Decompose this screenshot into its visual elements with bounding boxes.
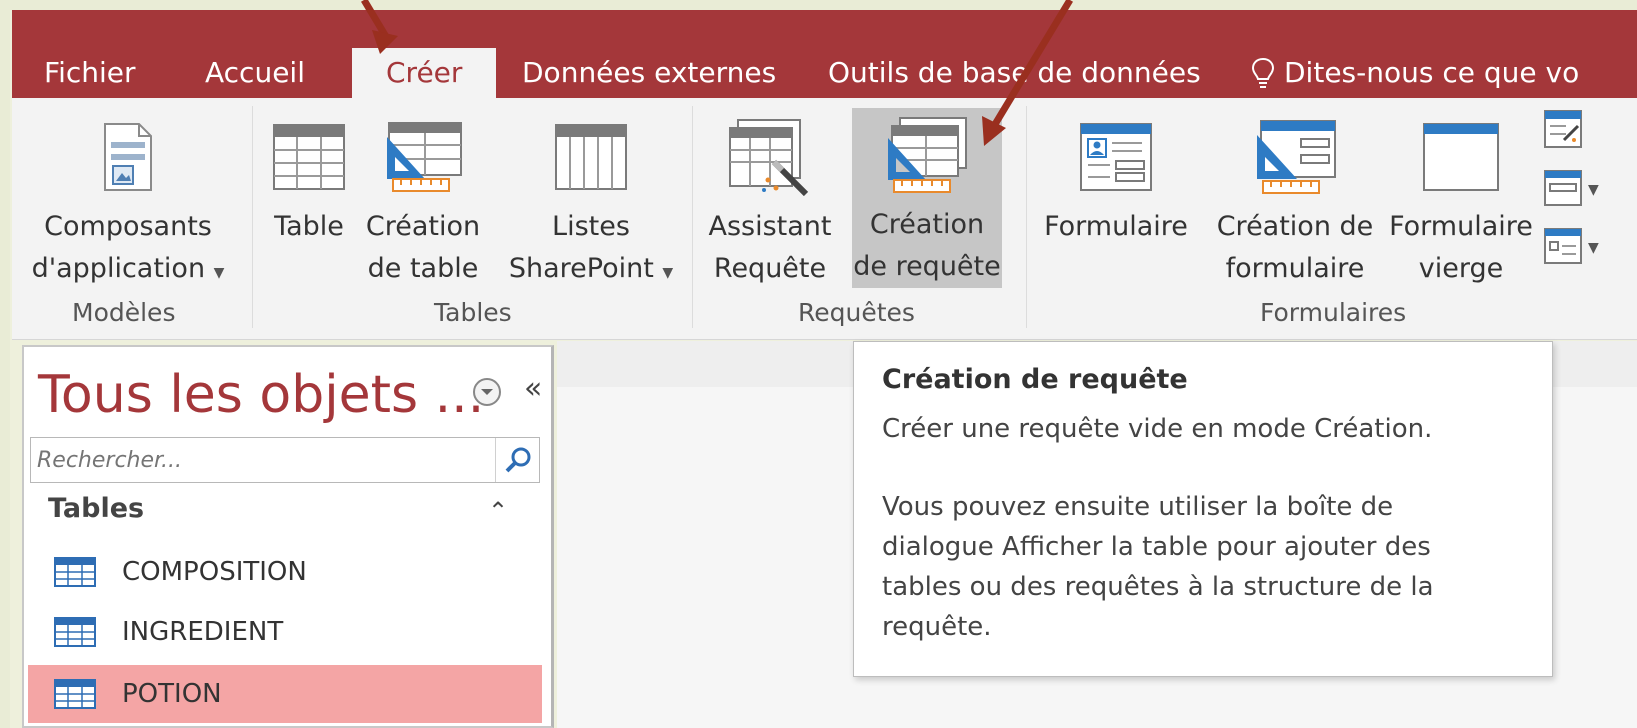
nav-item-ingredient[interactable]: INGREDIENT — [28, 603, 542, 661]
chevron-down-icon: ▼ — [213, 265, 225, 281]
assistant-requete-button[interactable]: Assistant Requête — [706, 108, 834, 290]
nav-item-label: COMPOSITION — [122, 557, 307, 587]
formulaire-vierge-label-2: vierge — [1418, 253, 1504, 284]
navigation-icon — [1544, 110, 1582, 152]
tab-fichier[interactable]: Fichier — [44, 48, 136, 98]
tooltip-title: Création de requête — [882, 364, 1188, 395]
tooltip-text: tables ou des requêtes à la structure de… — [882, 572, 1434, 602]
tooltip-text: Vous pouvez ensuite utiliser la boîte de — [882, 492, 1394, 522]
group-separator — [692, 106, 693, 328]
group-label-tables: Tables — [434, 298, 512, 327]
table-icon — [54, 679, 96, 709]
nav-item-composition[interactable]: COMPOSITION — [28, 543, 542, 601]
blank-form-icon — [1423, 108, 1499, 206]
nav-item-potion[interactable]: POTION — [28, 665, 542, 723]
creation-formulaire-label-2: formulaire — [1225, 253, 1365, 284]
group-label-modeles: Modèles — [72, 298, 176, 327]
creation-de-formulaire-button[interactable]: Création de formulaire — [1208, 108, 1382, 290]
chevron-down-icon: ▼ — [662, 265, 674, 281]
tell-me-text: Dites-nous ce que vo — [1284, 56, 1580, 89]
formulaire-vierge-label-1: Formulaire — [1389, 211, 1533, 242]
creation-requete-label-2: de requête — [853, 251, 1001, 282]
search-box — [30, 437, 540, 483]
tooltip: Création de requête Créer une requête vi… — [853, 341, 1553, 677]
table-icon — [54, 557, 96, 587]
chevron-down-icon: ▼ — [1588, 182, 1599, 198]
collapse-chevron-icon[interactable]: « — [524, 371, 542, 406]
query-design-icon — [882, 108, 972, 204]
formulaire-label: Formulaire — [1044, 211, 1188, 242]
assistant-label-2: Requête — [713, 253, 827, 284]
collapse-section-icon[interactable]: ⌃ — [488, 497, 508, 525]
tell-me-box[interactable]: Dites-nous ce que vo — [1252, 48, 1579, 98]
query-wizard-icon — [728, 108, 812, 206]
tab-outils-base-de-donnees[interactable]: Outils de base de données — [828, 48, 1201, 98]
listes-sharepoint-button[interactable]: Listes SharePoint ▼ — [506, 108, 676, 294]
chevron-down-icon: ▼ — [1588, 240, 1599, 256]
table-label: Table — [274, 211, 344, 242]
table-icon — [273, 108, 345, 206]
tooltip-text: dialogue Afficher la table pour ajouter … — [882, 532, 1431, 562]
nav-pane-title[interactable]: Tous les objets ... — [38, 365, 484, 425]
tooltip-text: requête. — [882, 612, 992, 642]
more-forms-dropdown-icon — [1544, 228, 1582, 268]
table-design-icon — [383, 108, 463, 206]
creation-formulaire-label-1: Création de — [1216, 211, 1374, 242]
tab-accueil[interactable]: Accueil — [205, 48, 305, 98]
creation-table-label-1: Création — [365, 211, 481, 242]
ribbon-tab-bar: Fichier Accueil Créer Données externes O… — [12, 10, 1637, 98]
group-label-requetes: Requêtes — [798, 298, 915, 327]
group-separator — [252, 106, 253, 328]
form-icon — [1080, 108, 1152, 206]
nav-item-label: INGREDIENT — [122, 617, 284, 647]
section-header-tables[interactable]: Tables — [48, 493, 144, 524]
formulaire-button[interactable]: Formulaire — [1038, 108, 1194, 290]
ribbon: Composants d'application ▼ Modèles Table… — [12, 98, 1637, 340]
creation-de-requete-button[interactable]: Création de requête — [852, 108, 1002, 288]
tab-donnees-externes[interactable]: Données externes — [522, 48, 776, 98]
sharepoint-list-icon — [555, 108, 627, 206]
creation-table-label-2: de table — [367, 253, 479, 284]
composants-label-2: d'application — [31, 253, 206, 284]
navigation-pane: Tous les objets ... « Tables ⌃ COMPOSITI… — [22, 345, 554, 728]
listes-label-2: SharePoint — [508, 253, 654, 284]
listes-label-1: Listes — [552, 211, 630, 242]
group-label-formulaires: Formulaires — [1260, 298, 1407, 327]
plus-de-formulaires-button[interactable]: ▼ — [1544, 170, 1599, 210]
search-icon[interactable] — [495, 438, 539, 482]
composants-application-button[interactable]: Composants d'application ▼ — [28, 108, 228, 294]
composants-label-1: Composants — [44, 211, 212, 242]
group-separator — [1026, 106, 1027, 328]
form-design-icon — [1253, 108, 1337, 206]
tooltip-text: Créer une requête vide en mode Création. — [882, 414, 1433, 444]
nav-item-label: POTION — [122, 679, 222, 709]
tab-creer[interactable]: Créer — [352, 48, 497, 98]
application-parts-icon — [103, 108, 153, 206]
autres-formulaires-button[interactable]: ▼ — [1544, 228, 1599, 268]
search-input[interactable] — [31, 438, 491, 482]
lightbulb-icon — [1252, 57, 1274, 89]
formulaire-vierge-button[interactable]: Formulaire vierge — [1386, 108, 1536, 290]
assistant-label-1: Assistant — [708, 211, 832, 242]
navigation-button[interactable] — [1544, 110, 1582, 152]
table-button[interactable]: Table — [270, 108, 348, 290]
table-icon — [54, 617, 96, 647]
creation-de-table-button[interactable]: Création de table — [364, 108, 482, 290]
more-forms-icon — [1544, 170, 1582, 210]
dropdown-circle-icon[interactable] — [472, 377, 502, 411]
creation-requete-label-1: Création — [869, 209, 985, 240]
